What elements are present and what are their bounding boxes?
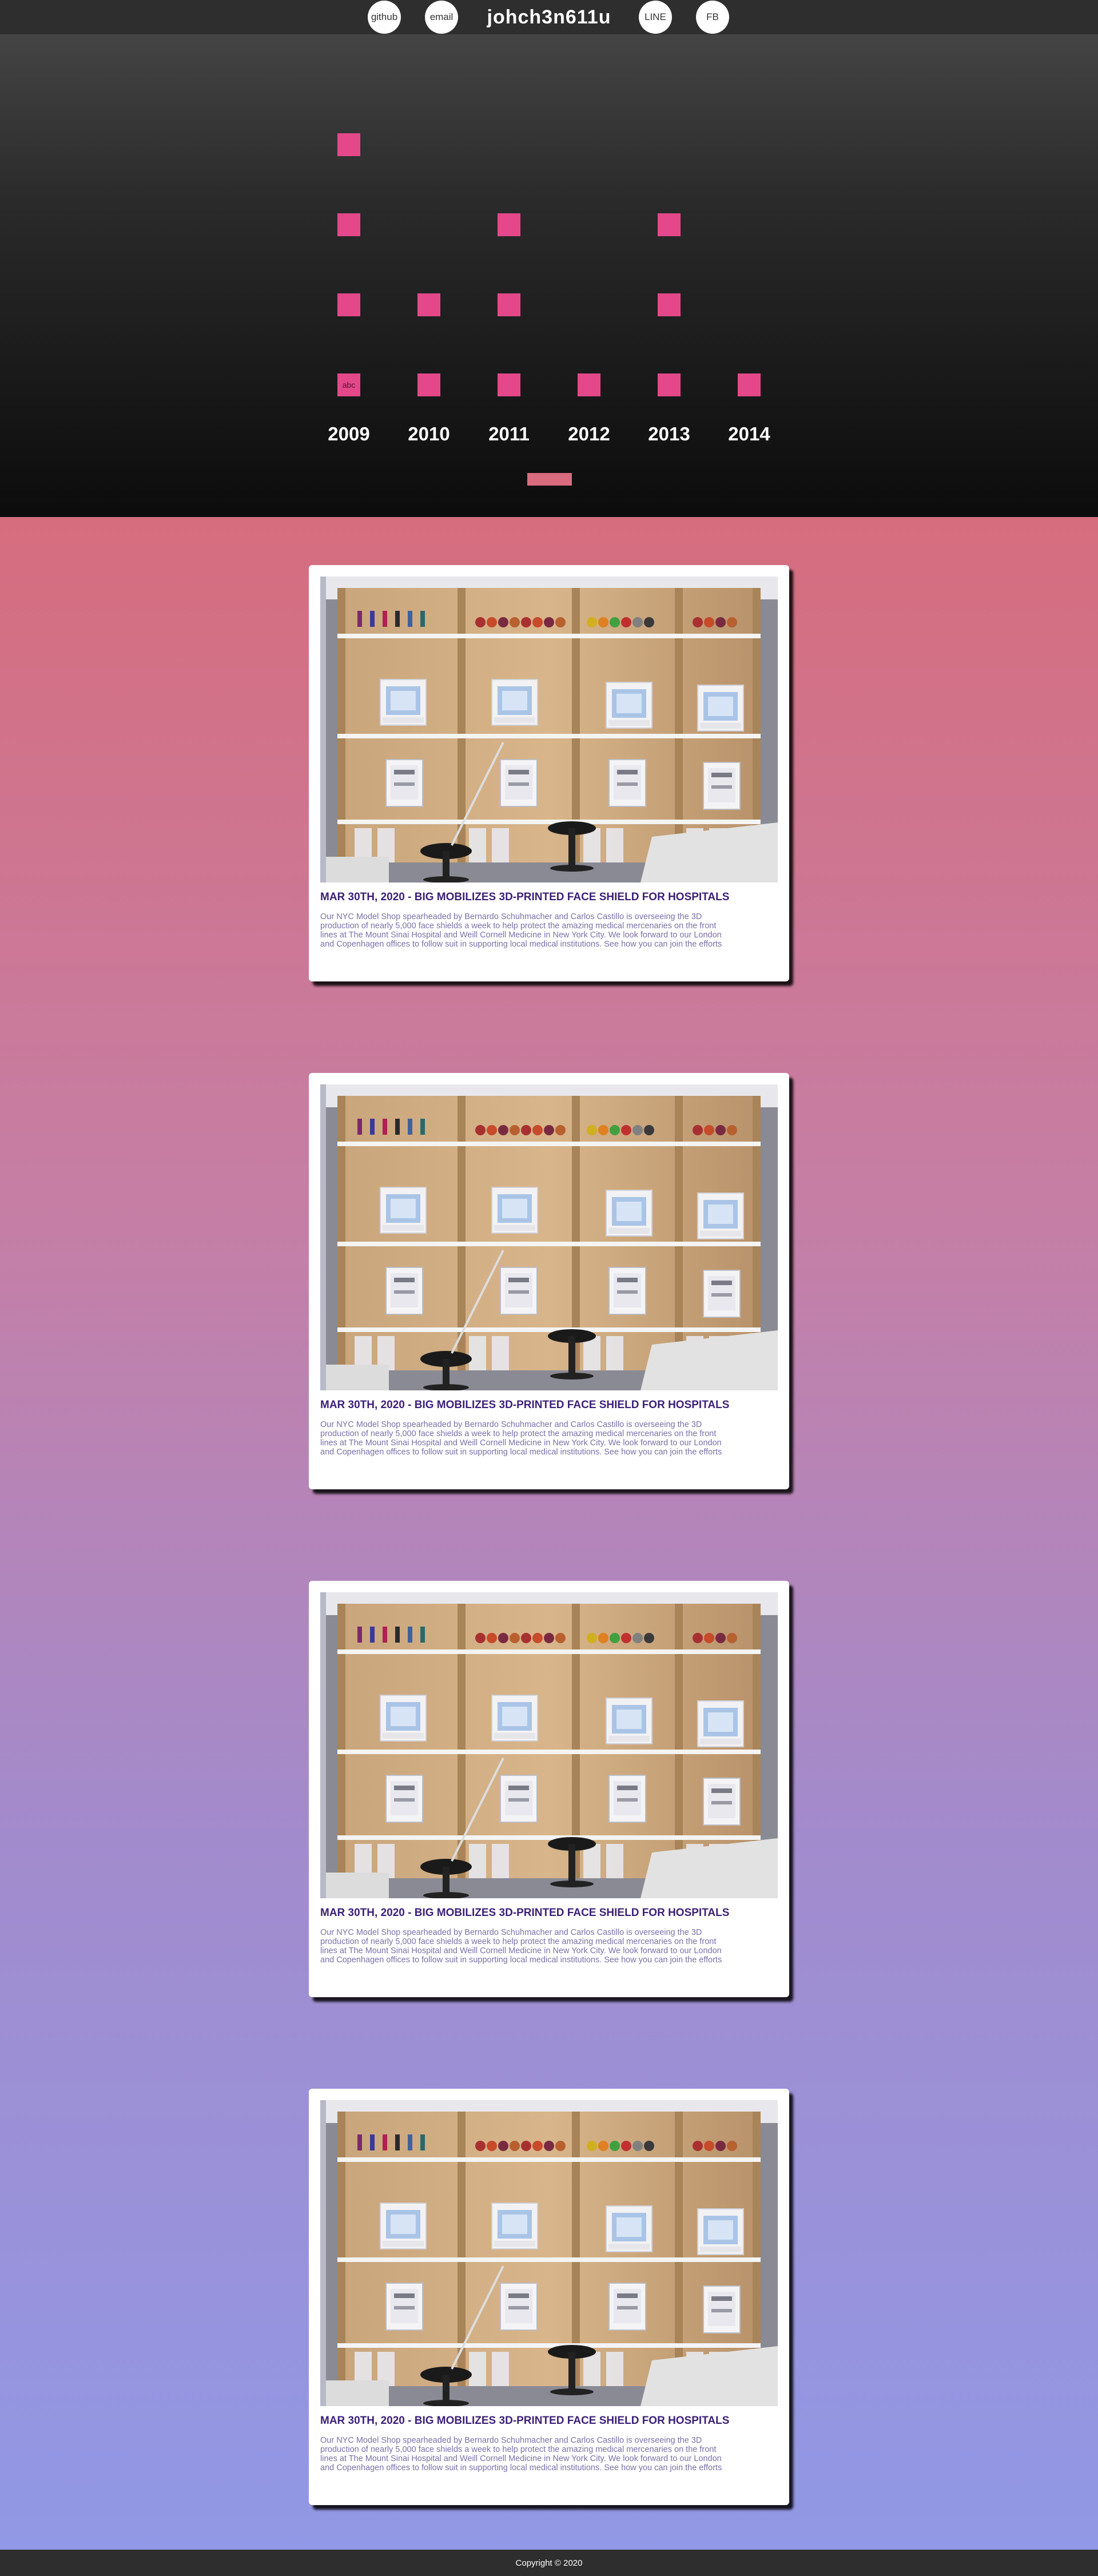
timeline-square[interactable] <box>337 133 360 156</box>
post-body-line: and Copenhagen offices to follow suit in… <box>320 1955 722 1965</box>
post-image[interactable] <box>320 1592 778 1898</box>
year-label: 2013 <box>648 423 690 444</box>
post-body-line: lines at The Mount Sinai Hospital and We… <box>320 931 722 940</box>
posts-section: MAR 30TH, 2020 - BIG MOBILIZES 3D-PRINTE… <box>0 517 1098 2550</box>
post-image[interactable] <box>320 577 778 882</box>
timeline-square[interactable] <box>498 213 520 236</box>
year-label: 2012 <box>568 423 610 444</box>
post-body-line: lines at The Mount Sinai Hospital and We… <box>320 2454 722 2463</box>
post-title[interactable]: MAR 30TH, 2020 - BIG MOBILIZES 3D-PRINTE… <box>320 2415 778 2427</box>
footer: Copyright © 2020 <box>0 2550 1098 2576</box>
post-body: Our NYC Model Shop spearheaded by Bernar… <box>320 912 778 949</box>
timeline-square[interactable] <box>658 213 681 236</box>
workshop-photo <box>320 2100 778 2406</box>
github-link[interactable]: github <box>368 1 401 34</box>
timeline-hero: abc 2009 2010 2011 2012 2013 2014 <box>0 34 1098 517</box>
post-image[interactable] <box>320 1084 778 1390</box>
post-title[interactable]: MAR 30TH, 2020 - BIG MOBILIZES 3D-PRINTE… <box>320 891 778 904</box>
year-label: 2009 <box>328 423 370 444</box>
post-body-line: Our NYC Model Shop spearheaded by Bernar… <box>320 2436 702 2445</box>
site-title[interactable]: johch3n611u <box>469 0 629 34</box>
year-label: 2010 <box>408 423 450 444</box>
post-card[interactable]: MAR 30TH, 2020 - BIG MOBILIZES 3D-PRINTE… <box>309 2089 789 2505</box>
post-body-line: Our NYC Model Shop spearheaded by Bernar… <box>320 1928 702 1937</box>
timeline-square[interactable] <box>498 373 520 396</box>
post-body-line: production of nearly 5,000 face shields … <box>320 2445 717 2454</box>
post-body-line: Our NYC Model Shop spearheaded by Bernar… <box>320 912 702 921</box>
timeline-square[interactable] <box>738 373 761 396</box>
timeline-square[interactable] <box>417 293 440 316</box>
post-body-line: and Copenhagen offices to follow suit in… <box>320 2463 722 2472</box>
year-label: 2011 <box>488 423 530 444</box>
timeline-square[interactable] <box>658 373 681 396</box>
post-title[interactable]: MAR 30TH, 2020 - BIG MOBILIZES 3D-PRINTE… <box>320 1399 778 1412</box>
workshop-photo <box>320 1084 778 1390</box>
email-link[interactable]: email <box>425 1 458 34</box>
timeline-square[interactable] <box>498 293 520 316</box>
workshop-photo <box>320 577 778 882</box>
timeline-square[interactable] <box>578 373 600 396</box>
post-body-line: and Copenhagen offices to follow suit in… <box>320 1448 722 1457</box>
line-link[interactable]: LINE <box>639 1 672 34</box>
post-body-line: production of nearly 5,000 face shields … <box>320 1429 717 1438</box>
timeline-square[interactable] <box>337 293 360 316</box>
timeline-square[interactable] <box>417 373 440 396</box>
post-body-line: lines at The Mount Sinai Hospital and We… <box>320 1946 722 1955</box>
copyright-text: Copyright © 2020 <box>515 2558 583 2568</box>
timeline-square-labeled[interactable]: abc <box>337 373 360 396</box>
scroll-down-button[interactable] <box>527 473 572 486</box>
top-nav: github email johch3n611u LINE FB <box>0 0 1098 34</box>
post-body-line: production of nearly 5,000 face shields … <box>320 921 717 931</box>
post-card[interactable]: MAR 30TH, 2020 - BIG MOBILIZES 3D-PRINTE… <box>309 1073 789 1489</box>
timeline-square[interactable] <box>337 213 360 236</box>
post-body-line: lines at The Mount Sinai Hospital and We… <box>320 1438 722 1448</box>
post-body-line: Our NYC Model Shop spearheaded by Bernar… <box>320 1420 702 1429</box>
timeline-square[interactable] <box>658 293 681 316</box>
post-body-line: production of nearly 5,000 face shields … <box>320 1937 717 1946</box>
fb-link[interactable]: FB <box>696 1 729 34</box>
post-card[interactable]: MAR 30TH, 2020 - BIG MOBILIZES 3D-PRINTE… <box>309 565 789 981</box>
post-body: Our NYC Model Shop spearheaded by Bernar… <box>320 1420 778 1457</box>
post-title[interactable]: MAR 30TH, 2020 - BIG MOBILIZES 3D-PRINTE… <box>320 1907 778 1919</box>
year-label: 2014 <box>728 423 770 444</box>
workshop-photo <box>320 1592 778 1898</box>
post-card[interactable]: MAR 30TH, 2020 - BIG MOBILIZES 3D-PRINTE… <box>309 1581 789 1997</box>
post-body: Our NYC Model Shop spearheaded by Bernar… <box>320 1928 778 1965</box>
post-body: Our NYC Model Shop spearheaded by Bernar… <box>320 2436 778 2472</box>
post-body-line: and Copenhagen offices to follow suit in… <box>320 940 722 949</box>
post-image[interactable] <box>320 2100 778 2406</box>
